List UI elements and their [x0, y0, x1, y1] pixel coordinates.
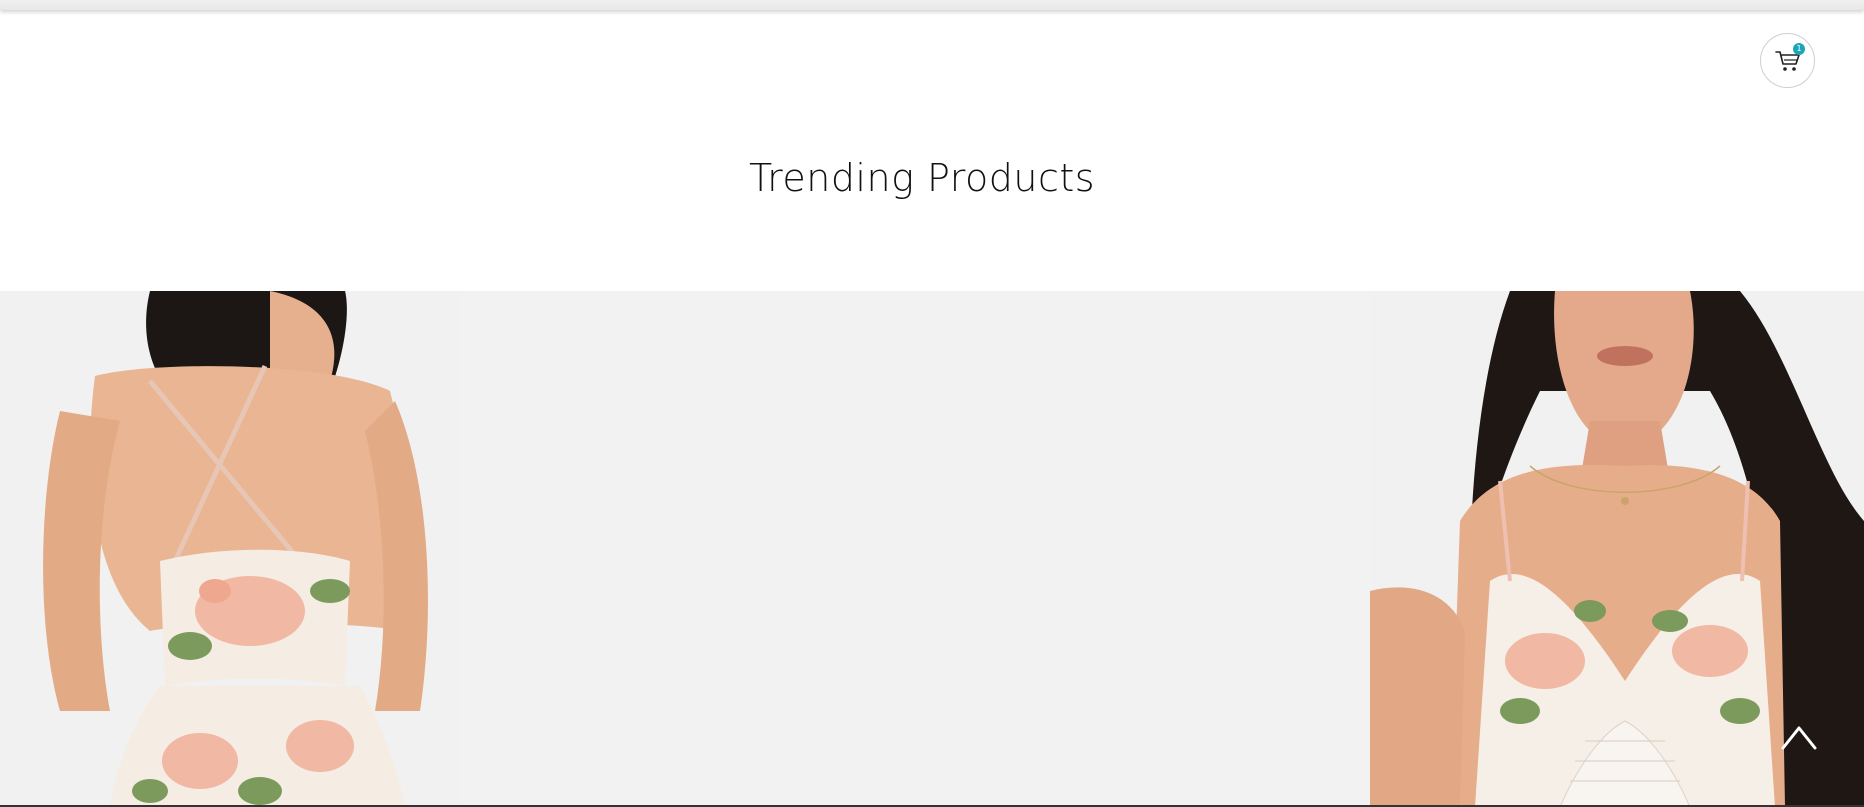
scroll-to-top-button[interactable]	[1778, 720, 1820, 754]
cart-button[interactable]: 1	[1760, 33, 1815, 88]
product-image-back-view[interactable]	[0, 291, 460, 807]
page-title: Trending Products	[748, 156, 1096, 200]
product-carousel	[0, 291, 1864, 807]
cart-count-badge: 1	[1793, 43, 1805, 55]
chevron-up-icon	[1781, 726, 1817, 750]
top-bar-shadow	[0, 0, 1864, 10]
